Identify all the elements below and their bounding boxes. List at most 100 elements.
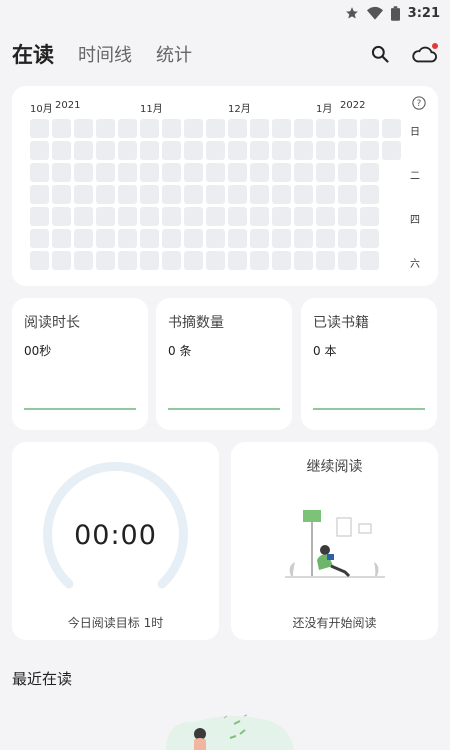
heatmap-day-cell — [228, 163, 247, 182]
heatmap-day-cell — [228, 185, 247, 204]
heatmap-day-cell — [206, 185, 225, 204]
status-time: 3:21 — [407, 5, 440, 21]
heatmap-day-cell — [118, 163, 137, 182]
heatmap-day-cell — [184, 229, 203, 248]
continue-reading-card[interactable]: 继续阅读 还没有开始阅读 — [231, 442, 438, 640]
recent-reading-illustration — [166, 714, 294, 750]
heatmap-day-cell — [74, 119, 93, 138]
stat-label: 已读书籍 — [313, 315, 369, 331]
heatmap-day-cell — [250, 207, 269, 226]
heatmap-day-cell — [360, 119, 379, 138]
heatmap-day-cell — [140, 185, 159, 204]
heatmap-day-cell — [206, 119, 225, 138]
heatmap-day-cell — [338, 141, 357, 160]
search-button[interactable] — [366, 40, 394, 68]
heatmap-day-cell — [74, 141, 93, 160]
heatmap-day-cell — [96, 185, 115, 204]
heatmap-day-cell — [184, 163, 203, 182]
heatmap-day-cell — [52, 207, 71, 226]
heatmap-day-cell — [184, 207, 203, 226]
heatmap-month-labels: 10月 2021 11月 12月 1月 2022 — [30, 100, 410, 115]
heatmap-day-cell — [228, 141, 247, 160]
stat-sparkline — [168, 408, 280, 410]
heatmap-day-cell — [162, 163, 181, 182]
daily-goal-text: 今日阅读目标 1时 — [67, 616, 164, 630]
month-label: 12月 — [228, 104, 251, 115]
heatmap-day-cell — [272, 229, 291, 248]
heatmap-day-cell — [74, 163, 93, 182]
heatmap-day-cell — [118, 141, 137, 160]
heatmap-day-cell — [206, 229, 225, 248]
heatmap-day-cell — [96, 251, 115, 270]
tab-timeline[interactable]: 时间线 — [78, 41, 132, 67]
heatmap-day-cell — [74, 185, 93, 204]
heatmap-day-cell — [338, 119, 357, 138]
heatmap-day-cell — [118, 119, 137, 138]
heatmap-day-cell — [360, 163, 379, 182]
heatmap-day-cell — [140, 119, 159, 138]
heatmap-day-cell — [294, 119, 313, 138]
stat-label: 阅读时长 — [24, 315, 80, 331]
tab-statistics[interactable]: 统计 — [156, 41, 192, 67]
month-label: 10月 — [30, 104, 53, 115]
heatmap-day-cell — [140, 163, 159, 182]
heatmap-day-cell — [96, 229, 115, 248]
heatmap-day-cell — [30, 163, 49, 182]
heatmap-day-cell — [338, 251, 357, 270]
heatmap-day-cell — [118, 207, 137, 226]
heatmap-day-cell — [272, 141, 291, 160]
heatmap-day-cell — [30, 119, 49, 138]
stat-card-excerpts[interactable]: 书摘数量 0 条 — [156, 298, 292, 430]
heatmap-day-cell — [316, 251, 335, 270]
cloud-sync-button[interactable] — [410, 40, 438, 68]
heatmap-day-cell — [96, 207, 115, 226]
heatmap-day-cell — [162, 251, 181, 270]
question-circle-icon[interactable]: ? — [412, 96, 426, 110]
heatmap-day-cell — [228, 119, 247, 138]
heatmap-day-cell — [316, 163, 335, 182]
svg-text:?: ? — [417, 99, 422, 109]
heatmap-day-cell — [52, 141, 71, 160]
heatmap-day-cell — [74, 229, 93, 248]
stat-sparkline — [24, 408, 136, 410]
heatmap-day-cell — [360, 229, 379, 248]
month-label: 1月 — [316, 104, 333, 115]
heatmap-day-cell — [338, 207, 357, 226]
heatmap-day-cell — [338, 163, 357, 182]
weekday-label: 六 — [410, 259, 420, 270]
heatmap-day-cell — [250, 185, 269, 204]
search-icon — [371, 45, 389, 63]
heatmap-day-cell — [228, 207, 247, 226]
heatmap-day-cell — [316, 141, 335, 160]
heatmap-day-cell — [360, 207, 379, 226]
year-label: 2022 — [340, 100, 366, 111]
heatmap-day-cell — [316, 229, 335, 248]
heatmap-day-cell — [206, 251, 225, 270]
year-label: 2021 — [55, 100, 81, 111]
heatmap-day-cell — [250, 141, 269, 160]
heatmap-day-cell — [30, 185, 49, 204]
heatmap-day-cell — [294, 185, 313, 204]
stat-card-reading-time[interactable]: 阅读时长 00秒 — [12, 298, 148, 430]
heatmap-day-cell — [184, 141, 203, 160]
heatmap-day-cell — [316, 119, 335, 138]
reading-person-illustration — [285, 510, 385, 578]
heatmap-day-cell — [30, 229, 49, 248]
heatmap-day-cell — [184, 251, 203, 270]
heatmap-day-cell — [272, 119, 291, 138]
heatmap-day-cell — [316, 185, 335, 204]
stat-value: 00秒 — [24, 344, 52, 358]
heatmap-day-cell — [250, 229, 269, 248]
heatmap-day-cell — [184, 119, 203, 138]
weekday-label: 四 — [410, 215, 420, 226]
battery-icon — [390, 5, 400, 21]
stat-card-books-read[interactable]: 已读书籍 0 本 — [301, 298, 437, 430]
heatmap-day-cell — [140, 229, 159, 248]
star-icon — [345, 7, 358, 19]
heatmap-day-cell — [272, 163, 291, 182]
heatmap-day-cell — [52, 229, 71, 248]
tab-reading[interactable]: 在读 — [12, 39, 54, 69]
reading-timer-card[interactable]: 00:00 今日阅读目标 1时 — [12, 442, 219, 640]
heatmap-day-cell — [360, 141, 379, 160]
timer-display: 00:00 — [74, 520, 157, 551]
